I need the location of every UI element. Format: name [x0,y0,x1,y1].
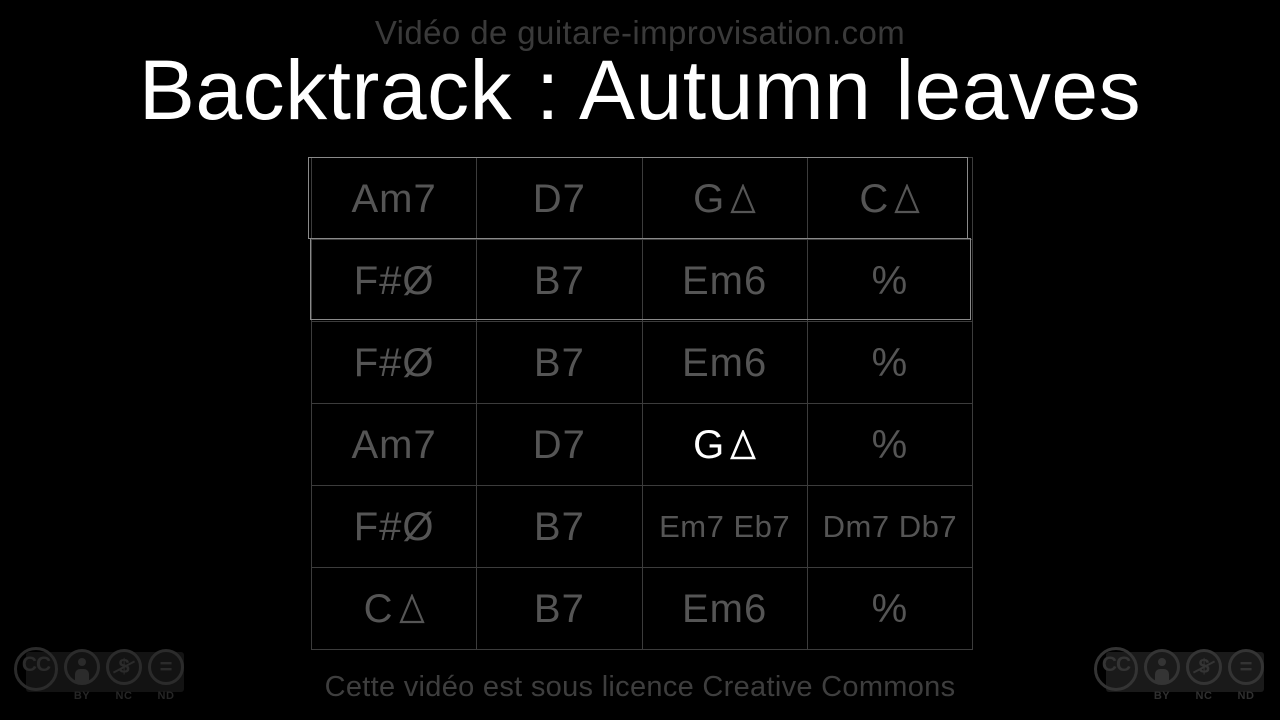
chord-label: B7 [533,258,585,303]
cc-label-by: BY [1153,690,1171,702]
person-glyph [75,658,89,682]
chord-row: F#Ø B7 Em6% [310,239,974,322]
chord-cell[interactable]: Em6 [641,239,808,322]
chord-cell[interactable]: B7 [476,567,643,650]
nd-no-derivatives-icon: = [148,649,184,685]
chord-label: B7 [533,586,585,631]
chord-cell[interactable]: G [641,403,808,486]
chord-grid-body: Am7 D7 G C F#Ø B7 Em6% F#Ø B7 Em6% Am7 D7 G% F#Ø B7 Em7… [310,157,974,650]
chord-chart: Am7 D7 G C F#Ø B7 Em6% F#Ø B7 Em6% Am7 D7 G% F#Ø B7 Em7… [308,157,974,650]
chord-label: Em6 [682,586,768,631]
chord-label: % [871,422,909,467]
major-seventh-triangle-icon [730,429,757,460]
chord-label: Am7 [351,176,437,221]
chord-row: Am7 D7 G% [310,403,974,486]
nc-no-money-icon: $ [106,649,142,685]
chord-row: Am7 D7 G C [310,157,974,240]
chord-cell[interactable]: Am7 [310,157,478,240]
chord-label: % [871,340,909,385]
chord-grid-table: Am7 D7 G C F#Ø B7 Em6% F#Ø B7 Em6% Am7 D7 G% F#Ø B7 Em7… [310,157,974,650]
nc-no-money-icon: $ [1186,649,1222,685]
chord-row: F#Ø B7 Em7 Eb7 Dm7 Db7 [310,485,974,568]
chord-label: B7 [533,504,585,549]
chord-cell[interactable]: C [806,157,974,240]
chord-label: % [871,258,909,303]
cc-label-by: BY [73,690,91,702]
chord-cell[interactable]: Am7 [310,403,478,486]
chord-cell[interactable]: % [806,403,974,486]
chord-cell[interactable]: B7 [476,239,643,322]
chord-label: D7 [532,176,586,221]
chord-cell[interactable]: F#Ø [310,485,478,568]
chord-cell[interactable]: B7 [476,321,643,404]
cc-label-nc: NC [1195,690,1213,702]
cc-logo-icon: CC [1094,647,1138,691]
chord-row: C B7 Em6% [310,567,974,650]
cc-logo-text: CC [1101,653,1131,676]
creative-commons-badge-left: CC $ = BY NC ND [12,646,188,708]
chord-label: Dm7 Db7 [822,509,958,544]
cc-logo-text: CC [21,653,51,676]
creative-commons-badge-right: CC $ = BY NC ND [1092,646,1268,708]
cc-label-nc: NC [115,690,133,702]
chord-cell[interactable]: % [806,239,974,322]
chord-label: Am7 [351,422,437,467]
chord-cell[interactable]: Dm7 Db7 [806,485,974,568]
chord-cell[interactable]: G [641,157,808,240]
chord-cell[interactable]: C [310,567,478,650]
chord-row: F#Ø B7 Em6% [310,321,974,404]
chord-label: G [693,179,756,219]
chord-label: F#Ø [353,504,435,549]
chord-cell[interactable]: B7 [476,485,643,568]
chord-cell[interactable]: % [806,567,974,650]
chord-label: F#Ø [353,340,435,385]
by-person-icon [64,649,100,685]
chord-label: Em7 Eb7 [659,509,791,544]
equals-glyph: = [159,654,173,679]
active-chord-label: G [693,425,757,465]
nd-no-derivatives-icon: = [1228,649,1264,685]
cc-label-nd: ND [157,690,175,702]
page-title: Backtrack : Autumn leaves [138,43,1142,137]
chord-label: B7 [533,340,585,385]
major-seventh-triangle-icon [730,183,756,214]
major-seventh-triangle-icon [894,183,920,214]
chord-cell[interactable]: Em7 Eb7 [641,485,808,568]
chord-cell[interactable]: Em6 [641,567,808,650]
person-glyph [1155,658,1169,682]
chord-label: Em6 [682,340,768,385]
by-person-icon [1144,649,1180,685]
chord-label: D7 [532,422,586,467]
chord-label: Em6 [682,258,768,303]
chord-cell[interactable]: D7 [476,157,643,240]
major-seventh-triangle-icon [398,593,425,624]
chord-cell[interactable]: % [806,321,974,404]
chord-label: % [871,586,909,631]
cc-label-nd: ND [1237,690,1255,702]
chord-cell[interactable]: F#Ø [310,321,478,404]
chord-cell[interactable]: D7 [476,403,643,486]
chord-cell[interactable]: F#Ø [310,239,478,322]
cc-logo-icon: CC [14,647,58,691]
chord-label: C [364,589,425,629]
chord-label: C [859,179,920,219]
chord-label: F#Ø [353,258,435,303]
equals-glyph: = [1239,654,1253,679]
license-caption: Cette vidéo est sous licence Creative Co… [324,671,956,703]
chord-cell[interactable]: Em6 [641,321,808,404]
